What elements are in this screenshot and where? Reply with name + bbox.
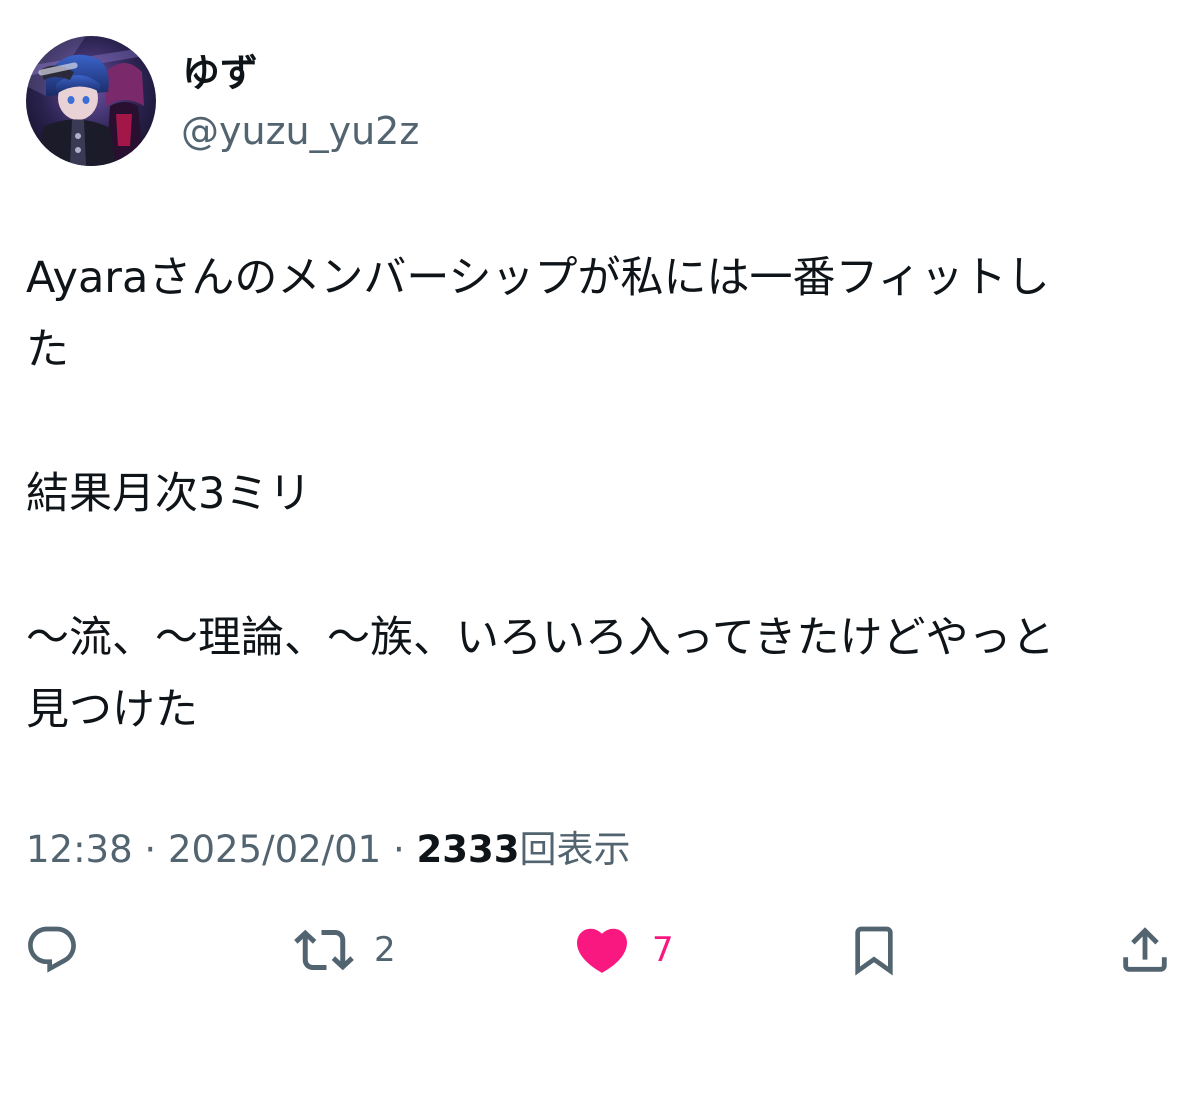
heart-filled-icon	[576, 928, 628, 973]
retweet-icon	[294, 929, 354, 971]
views-label: 回表示	[519, 828, 631, 871]
tweet-text: Ayaraさんのメンバーシップが私には一番フィットし た 結果月次3ミリ 〜流、…	[26, 242, 1176, 746]
bookmark-button[interactable]	[846, 910, 902, 990]
tweet-text-line: た	[26, 325, 69, 375]
avatar[interactable]	[26, 36, 156, 166]
bookmark-icon	[855, 926, 893, 976]
reply-button[interactable]	[24, 910, 80, 990]
action-bar: 2 7	[0, 910, 1200, 990]
meta-separator: ·	[144, 828, 157, 871]
share-button[interactable]	[1116, 910, 1174, 990]
tweet-time[interactable]: 12:38	[26, 828, 133, 871]
views-count[interactable]: 2333	[417, 828, 520, 871]
tweet: ゆず @yuzu_yu2z Ayaraさんのメンバーシップが私には一番フィットし…	[0, 0, 1200, 1112]
tweet-text-line: 見つけた	[26, 685, 198, 735]
like-button[interactable]: 7	[572, 910, 674, 990]
tweet-meta: 12:38 · 2025/02/01 · 2333回表示	[26, 826, 630, 874]
retweet-count: 2	[374, 930, 396, 970]
retweet-button[interactable]: 2	[294, 910, 396, 990]
tweet-text-line: 結果月次3ミリ	[26, 469, 312, 519]
display-name[interactable]: ゆず	[182, 50, 258, 96]
share-icon	[1123, 927, 1167, 972]
like-count: 7	[652, 930, 674, 970]
meta-separator: ·	[392, 828, 405, 871]
avatar-image	[26, 36, 156, 166]
tweet-text-line: Ayaraさんのメンバーシップが私には一番フィットし	[26, 253, 1050, 303]
tweet-text-line: 〜流、〜理論、〜族、いろいろ入ってきたけどやっと	[26, 613, 1055, 663]
tweet-date[interactable]: 2025/02/01	[168, 828, 381, 871]
reply-icon	[28, 926, 76, 973]
user-handle[interactable]: @yuzu_yu2z	[181, 108, 419, 154]
